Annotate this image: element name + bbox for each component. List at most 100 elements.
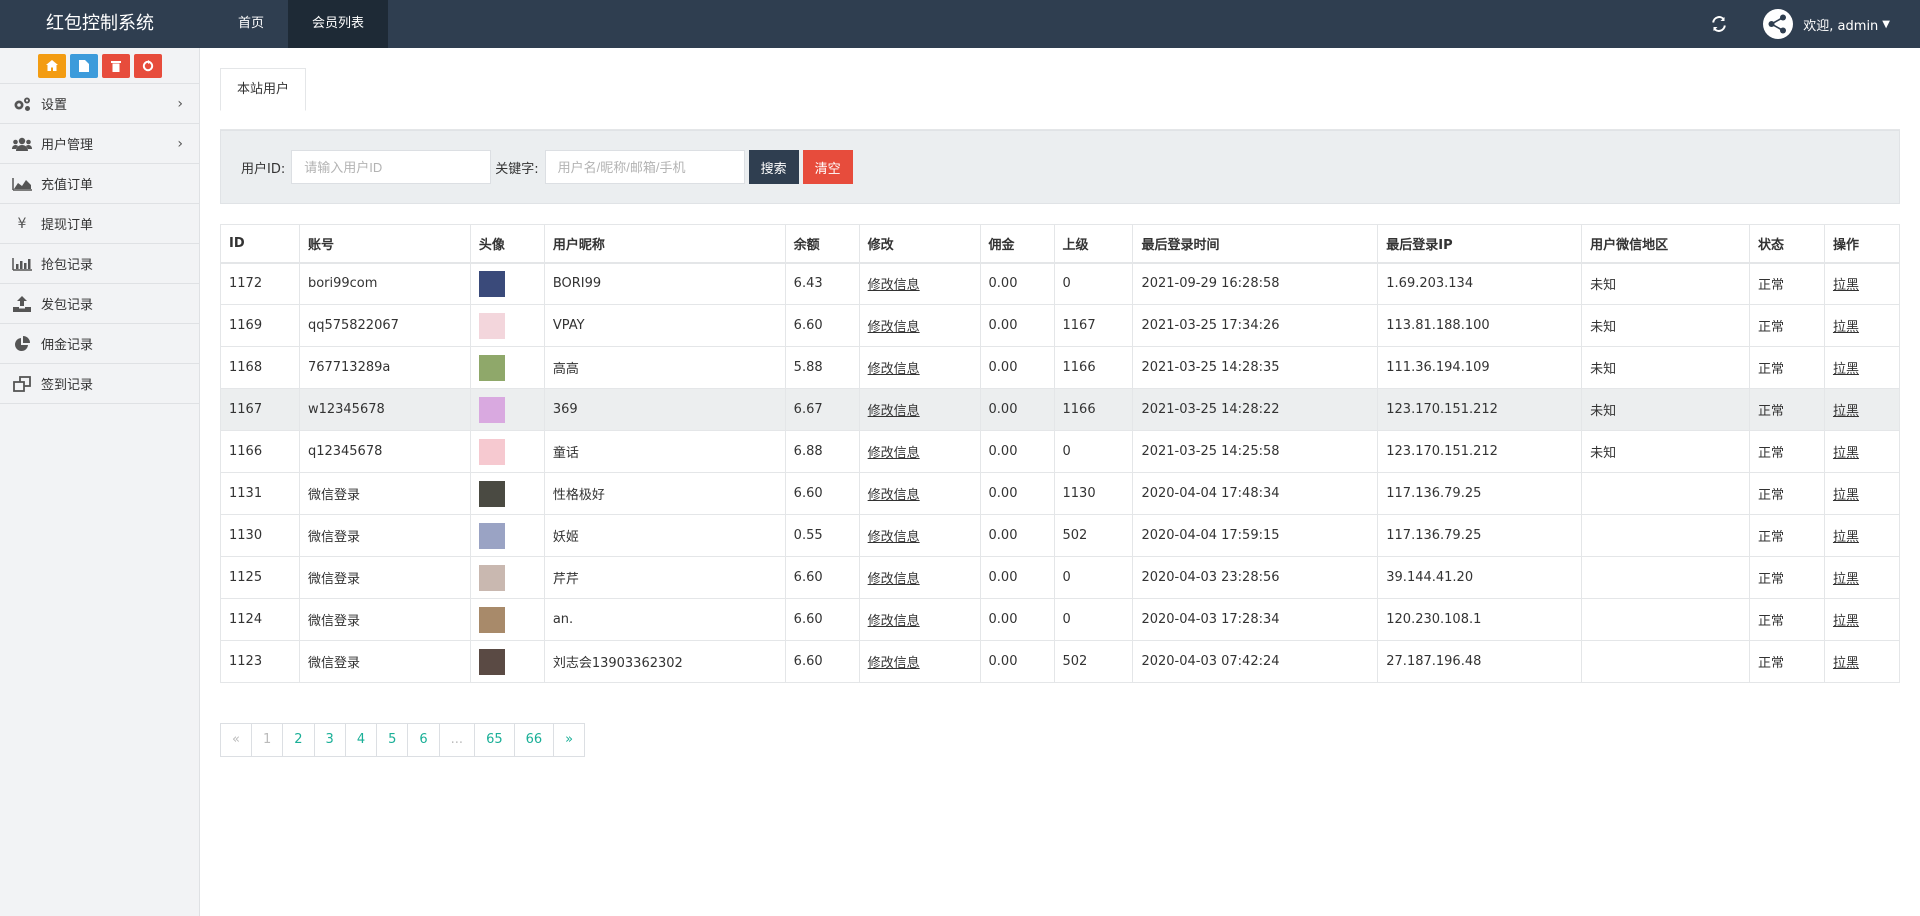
cell-commission: 0.00 [979,388,1055,431]
cell-last-login: 2020-04-03 17:28:34 [1132,598,1379,641]
page-next[interactable]: » [553,723,586,757]
header-col-status: 状态 [1749,224,1825,264]
edit-info-link[interactable]: 修改信息 [868,278,920,293]
page-link-6[interactable]: 6 [407,723,440,757]
clear-button[interactable]: 清空 [802,150,853,184]
page-link-5[interactable]: 5 [376,723,409,757]
blacklist-link[interactable]: 拉黑 [1833,446,1859,461]
pie-chart-icon [12,335,32,352]
trash-icon[interactable] [101,53,130,78]
sidebar-item-recharge[interactable]: 充值订单 [0,164,199,204]
user-menu[interactable]: 欢迎, admin ▼ [1763,9,1890,39]
blacklist-link[interactable]: 拉黑 [1833,572,1859,587]
sidebar-item-withdraw[interactable]: ¥ 提现订单 [0,204,199,244]
nav-tab-home[interactable]: 首页 [214,0,288,48]
sidebar-item-commission[interactable]: 佣金记录 [0,324,199,364]
nav-tab-members[interactable]: 会员列表 [288,0,389,48]
chevron-right-icon: › [177,95,183,112]
header-col-commission: 佣金 [979,224,1055,264]
cell-balance: 6.60 [784,304,860,347]
edit-info-link[interactable]: 修改信息 [868,320,920,335]
keyword-input[interactable] [544,150,745,184]
avatar-thumbnail [478,648,505,675]
avatar-thumbnail [478,522,505,549]
header-col-region: 用户微信地区 [1581,224,1751,264]
page-link-4[interactable]: 4 [344,723,378,757]
recycle-icon[interactable] [133,53,162,78]
cell-ip: 1.69.203.134 [1377,262,1583,305]
header-col-id: ID [220,224,300,264]
cell-id: 1123 [220,640,300,683]
edit-info-link[interactable]: 修改信息 [868,530,920,545]
edit-info-link[interactable]: 修改信息 [868,614,920,629]
cell-parent: 0 [1053,262,1134,305]
edit-info-link[interactable]: 修改信息 [868,446,920,461]
cell-balance: 6.60 [784,640,860,683]
home-icon[interactable] [37,53,66,78]
cell-balance: 0.55 [784,514,860,557]
blacklist-link[interactable]: 拉黑 [1833,488,1859,503]
cell-account: 微信登录 [298,640,471,683]
blacklist-link[interactable]: 拉黑 [1833,530,1859,545]
edit-info-link[interactable]: 修改信息 [868,488,920,503]
page-link-2[interactable]: 2 [282,723,315,757]
edit-info-link[interactable]: 修改信息 [868,656,920,671]
sidebar-item-signin[interactable]: 签到记录 [0,364,199,404]
cell-commission: 0.00 [979,430,1055,473]
blacklist-link[interactable]: 拉黑 [1833,614,1859,629]
user-id-input[interactable] [291,150,492,184]
header-col-nickname: 用户昵称 [543,224,786,264]
upload-icon [12,295,32,312]
sidebar-item-grab[interactable]: 抢包记录 [0,244,199,284]
cell-avatar [469,262,545,305]
cell-region: 未知 [1581,304,1751,347]
tab-site-users[interactable]: 本站用户 [220,68,307,111]
user-id-label: 用户ID: [241,161,286,177]
cell-nickname: 刘志会13903362302 [543,640,786,683]
blacklist-link[interactable]: 拉黑 [1833,362,1859,377]
cell-ip: 39.144.41.20 [1377,556,1583,599]
cell-region [1581,640,1751,683]
blacklist-link[interactable]: 拉黑 [1833,656,1859,671]
blacklist-link[interactable]: 拉黑 [1833,320,1859,335]
cell-nickname: BORI99 [543,262,786,305]
edit-info-link[interactable]: 修改信息 [868,572,920,587]
sidebar-item-users[interactable]: 用户管理 › [0,124,199,164]
page-link-1[interactable]: 1 [250,723,284,757]
cell-status: 正常 [1749,598,1825,641]
cell-id: 1130 [220,514,300,557]
blacklist-link[interactable]: 拉黑 [1833,278,1859,293]
cell-account: qq575822067 [298,304,471,347]
cell-ip: 117.136.79.25 [1377,514,1583,557]
avatar-thumbnail [478,270,505,297]
cell-edit: 修改信息 [858,262,981,305]
page-link-3[interactable]: 3 [313,723,346,757]
header-col-action: 操作 [1823,224,1901,264]
cell-parent: 0 [1053,430,1134,473]
header-col-last-login: 最后登录时间 [1132,224,1379,264]
cell-last-login: 2020-04-03 23:28:56 [1132,556,1379,599]
cell-account: q12345678 [298,430,471,473]
sidebar-item-settings[interactable]: 设置 › [0,84,199,124]
edit-info-link[interactable]: 修改信息 [868,362,920,377]
file-icon[interactable] [69,53,98,78]
search-button[interactable]: 搜索 [748,150,799,184]
cell-edit: 修改信息 [858,388,981,431]
page-link-65[interactable]: 65 [474,723,515,757]
chevron-right-icon: › [177,135,183,152]
users-icon [12,136,32,152]
refresh-icon[interactable] [1709,14,1729,34]
edit-info-link[interactable]: 修改信息 [868,404,920,419]
cell-edit: 修改信息 [858,514,981,557]
navbar-right: 欢迎, admin ▼ [1709,0,1920,48]
cell-avatar [469,640,545,683]
page-link-66[interactable]: 66 [513,723,555,757]
cell-avatar [469,346,545,389]
cell-nickname: 高高 [543,346,786,389]
table-row: 1130 微信登录 妖姬 0.55 修改信息 0.00 502 2020-04-04 17:5… [220,514,1901,557]
sidebar-item-send[interactable]: 发包记录 [0,284,199,324]
cell-id: 1168 [220,346,300,389]
blacklist-link[interactable]: 拉黑 [1833,404,1859,419]
cell-ip: 113.81.188.100 [1377,304,1583,347]
page-prev[interactable]: « [220,723,252,757]
